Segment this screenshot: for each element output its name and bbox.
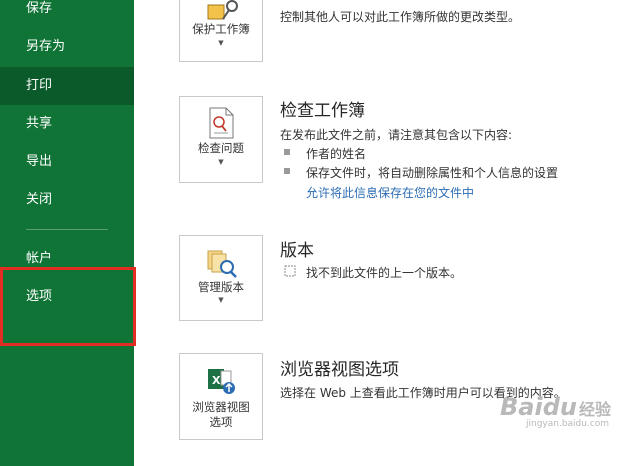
bullet-marker — [284, 149, 290, 155]
check-for-issues-button[interactable]: 检查问题 ▼ — [179, 96, 263, 183]
manage-versions-icon — [207, 250, 237, 278]
protect-dropdown-caret: ▼ — [218, 39, 224, 47]
nav-item-export[interactable]: 导出 — [0, 143, 134, 181]
inspect-dropdown-caret: ▼ — [218, 158, 224, 166]
inspect-description: 在发布此文件之前，请注意其包含以下内容: — [280, 128, 513, 142]
document-icon — [284, 265, 296, 277]
manage-versions-label: 管理版本 — [198, 280, 244, 294]
inspect-bullet-author: 作者的姓名 — [306, 147, 367, 161]
sidebar-divider — [26, 229, 108, 230]
protect-workbook-label: 保护工作簿 — [192, 22, 250, 36]
browser-view-title: 浏览器视图选项 — [280, 360, 399, 380]
browser-view-options-label-line2: 选项 — [209, 415, 233, 429]
inspect-title: 检查工作簿 — [280, 101, 365, 121]
nav-item-save-as[interactable]: 另存为 — [0, 28, 134, 66]
inspect-document-icon — [209, 107, 234, 139]
versions-title: 版本 — [280, 241, 314, 261]
protect-workbook-button[interactable]: 保护工作簿 ▼ — [179, 0, 263, 62]
bullet-marker — [284, 168, 290, 174]
versions-description: 找不到此文件的上一个版本。 — [306, 266, 463, 280]
excel-browser-icon: X — [208, 369, 235, 394]
svg-text:X: X — [212, 374, 221, 387]
baidu-watermark: Baidu 经验 jingyan.baidu.com — [500, 393, 611, 429]
browser-view-options-button[interactable]: X 浏览器视图 选项 — [179, 353, 263, 440]
watermark-brand-cn: 经验 — [578, 400, 611, 419]
check-for-issues-label: 检查问题 — [198, 141, 244, 155]
nav-item-print[interactable]: 打印 — [0, 67, 134, 105]
nav-item-save[interactable]: 保存 — [0, 0, 134, 28]
watermark-brand: Baidu — [500, 393, 577, 421]
allow-save-info-link[interactable]: 允许将此信息保存在您的文件中 — [306, 184, 474, 201]
nav-item-close[interactable]: 关闭 — [0, 181, 134, 219]
options-highlight-box — [0, 267, 136, 346]
manage-versions-button[interactable]: 管理版本 ▼ — [179, 235, 263, 321]
versions-dropdown-caret: ▼ — [218, 296, 224, 304]
protect-description: 控制其他人可以对此工作簿所做的更改类型。 — [280, 10, 521, 24]
backstage-sidebar: 保存 另存为 打印 共享 导出 关闭 帐户 选项 — [0, 0, 136, 466]
inspect-bullet-settings: 保存文件时，将自动删除属性和个人信息的设置 — [306, 166, 559, 180]
nav-item-share[interactable]: 共享 — [0, 105, 134, 143]
browser-view-options-label-line1: 浏览器视图 — [192, 400, 250, 414]
